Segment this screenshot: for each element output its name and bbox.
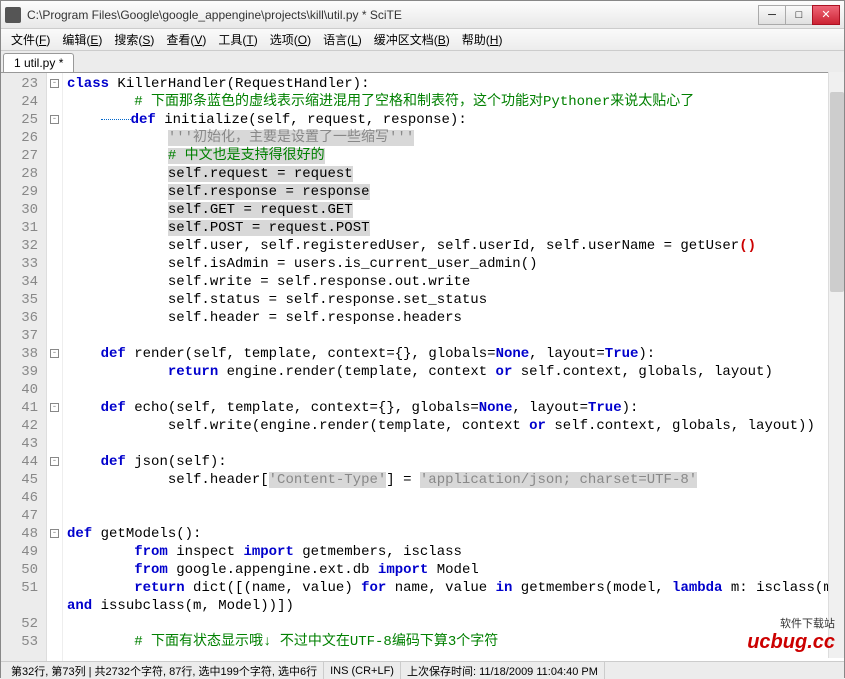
line-number: 44 [1,453,38,471]
menu-l[interactable]: 语言(L) [317,29,368,50]
code-line[interactable]: class KillerHandler(RequestHandler): [67,75,844,93]
code-line[interactable] [67,381,844,399]
scrollbar-thumb[interactable] [830,92,844,292]
line-number: 50 [1,561,38,579]
code-line[interactable]: self.response = response [67,183,844,201]
code-line[interactable] [67,489,844,507]
line-number: 24 [1,93,38,111]
menu-v[interactable]: 查看(V) [160,29,212,50]
code-line[interactable]: self.write(engine.render(template, conte… [67,417,844,435]
line-number: 28 [1,165,38,183]
status-mode: INS (CR+LF) [324,662,401,679]
line-number: 53 [1,633,38,651]
code-line[interactable]: self.isAdmin = users.is_current_user_adm… [67,255,844,273]
menu-t[interactable]: 工具(T) [212,29,263,50]
menu-e[interactable]: 编辑(E) [56,29,108,50]
status-saved: 上次保存时间: 11/18/2009 11:04:40 PM [401,662,605,679]
code-line[interactable]: return dict([(name, value) for name, val… [67,579,844,615]
fold-toggle[interactable]: - [47,453,62,471]
code-line[interactable]: self.header['Content-Type'] = 'applicati… [67,471,844,489]
menu-bar: 文件(F)编辑(E)搜索(S)查看(V)工具(T)选项(O)语言(L)缓冲区文档… [1,29,844,51]
code-line[interactable]: # 下面有状态显示哦↓ 不过中文在UTF-8编码下算3个字符 [67,633,844,651]
vertical-scrollbar[interactable] [828,72,844,658]
line-number: 27 [1,147,38,165]
line-number: 45 [1,471,38,489]
close-button[interactable]: ✕ [812,5,840,25]
code-line[interactable]: def json(self): [67,453,844,471]
status-bar: 第32行, 第73列 | 共2732个字符, 87行, 选中199个字符, 选中… [1,661,844,679]
fold-margin[interactable]: - - - - - - [47,73,63,661]
code-line[interactable] [67,327,844,345]
minimize-button[interactable]: ─ [758,5,786,25]
line-number: 48 [1,525,38,543]
line-number: 38 [1,345,38,363]
window-title: C:\Program Files\Google\google_appengine… [27,8,759,22]
line-number: 23 [1,75,38,93]
fold-toggle[interactable]: - [47,75,62,93]
line-number: 31 [1,219,38,237]
line-number: 46 [1,489,38,507]
line-number-gutter: 2324252627282930313233343536373839404142… [1,73,47,661]
code-line[interactable]: from google.appengine.ext.db import Mode… [67,561,844,579]
code-line[interactable]: def getModels(): [67,525,844,543]
code-line[interactable] [67,435,844,453]
code-line[interactable]: from inspect import getmembers, isclass [67,543,844,561]
menu-b[interactable]: 缓冲区文档(B) [368,29,456,50]
fold-toggle[interactable]: - [47,345,62,363]
line-number: 40 [1,381,38,399]
code-line[interactable]: # 中文也是支持得很好的 [67,147,844,165]
code-line[interactable]: self.POST = request.POST [67,219,844,237]
line-number: 25 [1,111,38,129]
tab-file[interactable]: 1 util.py * [3,53,74,72]
title-bar: C:\Program Files\Google\google_appengine… [1,1,844,29]
tab-bar: 1 util.py * [1,51,844,73]
line-number: 36 [1,309,38,327]
code-line[interactable]: def initialize(self, request, response): [67,111,844,129]
menu-s[interactable]: 搜索(S) [108,29,160,50]
line-number: 30 [1,201,38,219]
code-line[interactable]: return engine.render(template, context o… [67,363,844,381]
line-number: 43 [1,435,38,453]
menu-f[interactable]: 文件(F) [5,29,56,50]
line-number: 37 [1,327,38,345]
line-number: 34 [1,273,38,291]
line-number: 51 [1,579,38,597]
line-number: 32 [1,237,38,255]
editor-area[interactable]: 2324252627282930313233343536373839404142… [1,73,844,661]
code-line[interactable]: self.user, self.registeredUser, self.use… [67,237,844,255]
code-line[interactable] [67,615,844,633]
code-line[interactable]: self.status = self.response.set_status [67,291,844,309]
line-number: 42 [1,417,38,435]
line-number: 41 [1,399,38,417]
line-number: 49 [1,543,38,561]
code-line[interactable]: def render(self, template, context={}, g… [67,345,844,363]
code-content[interactable]: class KillerHandler(RequestHandler): # 下… [63,73,844,661]
code-line[interactable]: self.GET = request.GET [67,201,844,219]
fold-toggle[interactable]: - [47,525,62,543]
code-line[interactable]: def echo(self, template, context={}, glo… [67,399,844,417]
code-line[interactable]: '''初始化，主要是设置了一些缩写''' [67,129,844,147]
fold-toggle[interactable]: - [47,111,62,129]
line-number: 39 [1,363,38,381]
line-number: 29 [1,183,38,201]
app-icon [5,7,21,23]
code-line[interactable]: self.header = self.response.headers [67,309,844,327]
menu-h[interactable]: 帮助(H) [456,29,509,50]
line-number: 33 [1,255,38,273]
line-number: 26 [1,129,38,147]
line-number: 47 [1,507,38,525]
maximize-button[interactable]: □ [785,5,813,25]
status-position: 第32行, 第73列 | 共2732个字符, 87行, 选中199个字符, 选中… [5,662,324,679]
code-line[interactable]: self.request = request [67,165,844,183]
code-line[interactable] [67,507,844,525]
window-controls: ─ □ ✕ [759,5,840,25]
code-line[interactable]: self.write = self.response.out.write [67,273,844,291]
line-number: 35 [1,291,38,309]
fold-toggle[interactable]: - [47,399,62,417]
menu-o[interactable]: 选项(O) [264,29,317,50]
line-number: 52 [1,615,38,633]
code-line[interactable]: # 下面那条蓝色的虚线表示缩进混用了空格和制表符，这个功能对Pythoner来说… [67,93,844,111]
